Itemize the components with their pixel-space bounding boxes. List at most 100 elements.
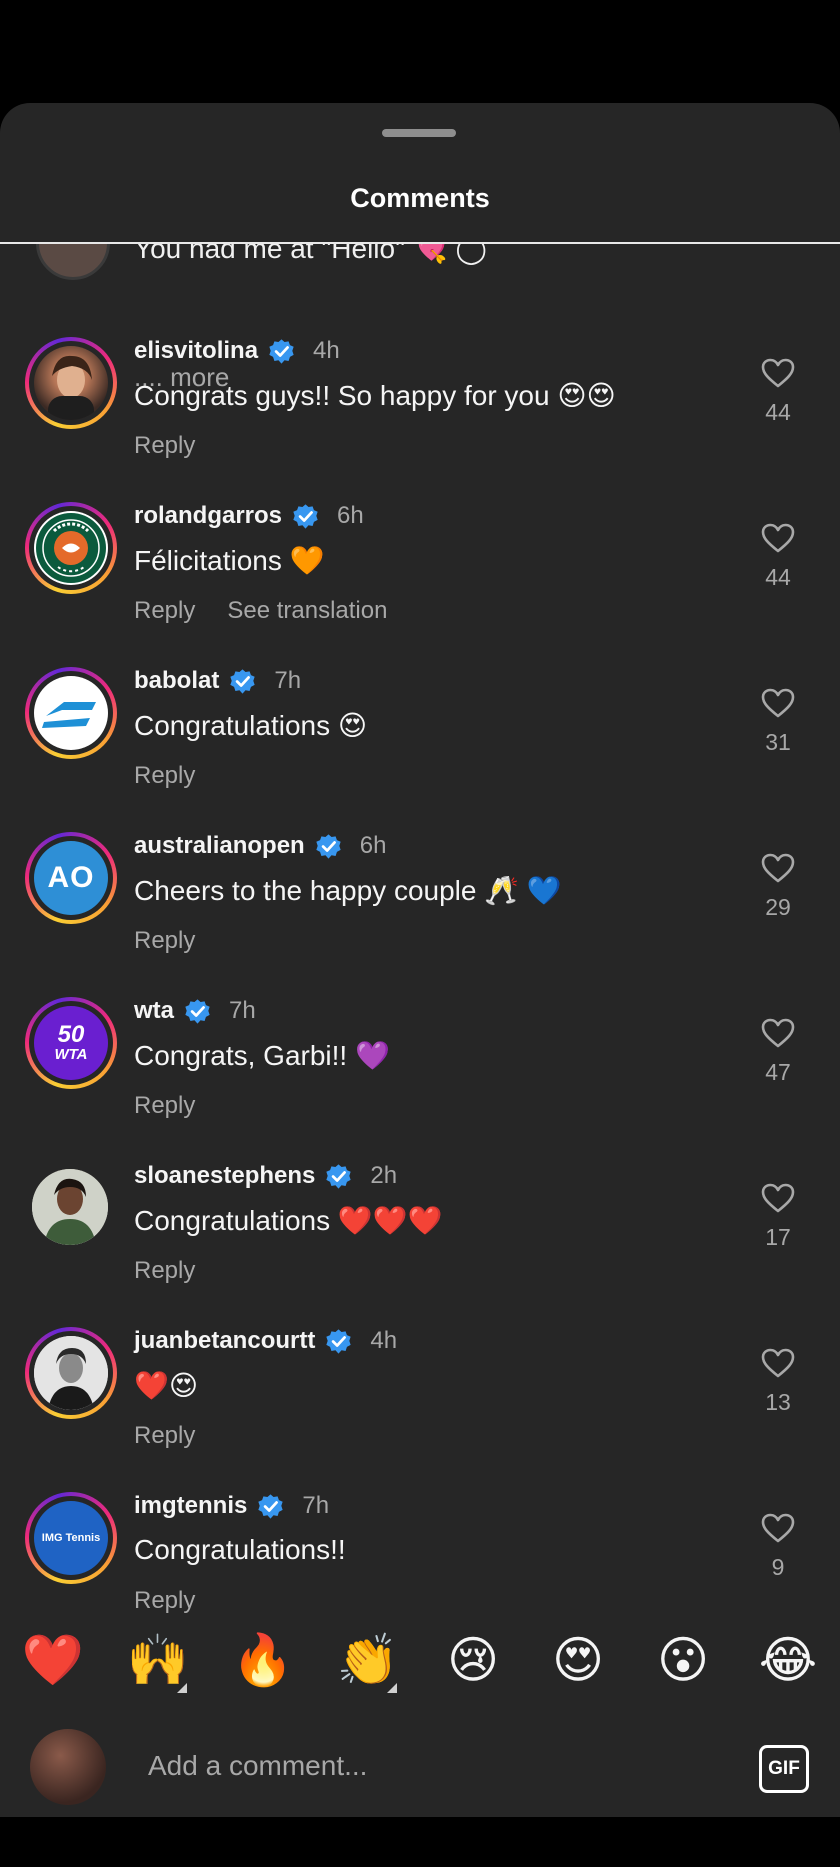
- reply-button[interactable]: Reply: [134, 1587, 195, 1614]
- like-count: 44: [765, 564, 791, 590]
- verified-badge-icon: [230, 668, 255, 694]
- current-user-avatar: [30, 1729, 106, 1805]
- heart-icon[interactable]: [760, 1347, 796, 1379]
- drag-handle[interactable]: [382, 129, 456, 137]
- comment-text: Cheers to the happy couple 🥂 💙: [134, 875, 562, 906]
- comment-time: 6h: [337, 502, 364, 529]
- comment-item: sloanestephens 2h Congratulations ❤️❤️❤️…: [0, 1152, 840, 1317]
- comment-text: Congratulations ❤️❤️❤️: [134, 1205, 443, 1236]
- comment-composer: Add a comment... GIF: [0, 1717, 840, 1817]
- reply-button[interactable]: Reply: [134, 1257, 195, 1284]
- comment-item: AO australianopen 6h Cheers to the happy…: [0, 822, 840, 987]
- avatar[interactable]: [25, 667, 117, 759]
- heart-icon[interactable]: [760, 357, 796, 389]
- reply-button[interactable]: Reply: [134, 762, 195, 789]
- like-count: 17: [765, 1224, 791, 1250]
- like-count: 47: [765, 1059, 791, 1085]
- heart-icon[interactable]: [760, 1512, 796, 1544]
- skin-tone-indicator-icon: [177, 1683, 187, 1693]
- like-count: 13: [765, 1389, 791, 1415]
- reaction-heart[interactable]: ❤️: [18, 1625, 88, 1695]
- comment-item: IMG Tennis imgtennis 7h Congratulations!…: [0, 1482, 840, 1647]
- comment-text: Congratulations!!: [134, 1534, 346, 1565]
- comment-text: Congrats, Garbi!! 💜: [134, 1040, 390, 1071]
- sheet-title: Comments: [350, 183, 490, 213]
- heart-icon[interactable]: [760, 1017, 796, 1049]
- comment-item: 50 WTA wta 7h Congrats, Garbi!! 💜 Reply …: [0, 987, 840, 1152]
- wta-logo-text: WTA: [54, 1046, 88, 1063]
- verified-badge-icon: [326, 1163, 352, 1189]
- username[interactable]: babolat: [134, 667, 219, 695]
- comment-text: Congrats guys!! So happy for you 😍😍: [134, 380, 616, 411]
- wta-logo-50: 50: [57, 1021, 85, 1048]
- verified-badge-icon: [258, 1493, 283, 1519]
- verified-badge-icon: [326, 1328, 351, 1354]
- rolandgarros-logo: [36, 513, 106, 583]
- heart-icon[interactable]: [760, 852, 796, 884]
- username[interactable]: juanbetancourtt: [134, 1327, 315, 1355]
- reply-button[interactable]: Reply: [134, 927, 195, 954]
- system-nav-bar: [0, 1817, 840, 1867]
- reaction-clapping-hands[interactable]: 👏: [333, 1625, 403, 1695]
- verified-badge-icon: [269, 338, 294, 364]
- reaction-crying[interactable]: 😢: [438, 1625, 508, 1695]
- avatar[interactable]: [32, 1169, 108, 1245]
- verified-badge-icon: [185, 998, 210, 1024]
- username[interactable]: sloanestephens: [134, 1162, 315, 1190]
- username[interactable]: imgtennis: [134, 1492, 247, 1520]
- avatar[interactable]: [25, 1327, 117, 1419]
- see-translation-link[interactable]: See translation: [227, 597, 387, 624]
- comments-sheet: Comments You had me at "Hello" 💘 ◯ .... …: [0, 103, 840, 1817]
- avatar[interactable]: IMG Tennis: [25, 1492, 117, 1584]
- comment-time: 7h: [302, 1492, 330, 1519]
- like-count: 31: [765, 729, 791, 755]
- reaction-fire[interactable]: 🔥: [228, 1625, 298, 1695]
- comment-time: 6h: [359, 832, 387, 859]
- comment-text: Congratulations 😍: [134, 710, 368, 741]
- reply-button[interactable]: Reply: [134, 597, 195, 624]
- reaction-heart-eyes[interactable]: 😍: [543, 1625, 613, 1695]
- comment-time: 4h: [313, 337, 340, 364]
- babolat-logo: [42, 702, 96, 728]
- comment-item: elisvitolina 4h Congrats guys!! So happy…: [0, 327, 840, 492]
- australianopen-logo: AO: [47, 861, 95, 894]
- like-count: 29: [765, 894, 791, 920]
- reaction-laughing[interactable]: 😂: [753, 1625, 823, 1695]
- like-count: 44: [765, 399, 791, 425]
- verified-badge-icon: [293, 503, 318, 529]
- like-count: 9: [771, 1554, 785, 1580]
- username[interactable]: wta: [134, 997, 174, 1025]
- avatar[interactable]: AO: [25, 832, 117, 924]
- reply-button[interactable]: Reply: [134, 1092, 195, 1119]
- comment-item: babolat 7h Congratulations 😍 Reply 31: [0, 657, 840, 822]
- gif-button[interactable]: GIF: [759, 1745, 809, 1793]
- comment-text: Félicitations 🧡: [134, 545, 325, 576]
- heart-icon[interactable]: [760, 1182, 796, 1214]
- comment-time: 4h: [370, 1327, 398, 1354]
- comment-text: ❤️😍: [134, 1370, 199, 1401]
- username[interactable]: australianopen: [134, 832, 305, 860]
- comment-time: 7h: [274, 667, 302, 694]
- username[interactable]: rolandgarros: [134, 502, 282, 530]
- verified-badge-icon: [316, 833, 341, 859]
- comment-input[interactable]: Add a comment...: [148, 1750, 367, 1782]
- comment-time: 2h: [370, 1162, 398, 1189]
- heart-icon[interactable]: [760, 522, 796, 554]
- heart-icon[interactable]: [760, 687, 796, 719]
- reply-button[interactable]: Reply: [134, 432, 195, 459]
- reaction-surprised[interactable]: 😮: [648, 1625, 718, 1695]
- quick-reaction-bar: ❤️ 🙌 🔥 👏 😢 😍 😮 😂: [0, 1625, 840, 1705]
- username[interactable]: elisvitolina: [134, 337, 258, 365]
- imgtennis-logo: IMG Tennis: [41, 1532, 101, 1544]
- comment-item: juanbetancourtt 4h ❤️😍 Reply 13: [0, 1317, 840, 1482]
- avatar[interactable]: 50 WTA: [25, 997, 117, 1089]
- avatar[interactable]: [36, 244, 110, 280]
- avatar[interactable]: [25, 502, 117, 594]
- avatar[interactable]: [25, 337, 117, 429]
- comment-item: rolandgarros 6h Félicitations 🧡 Reply See…: [0, 492, 840, 657]
- reply-button[interactable]: Reply: [134, 1422, 195, 1449]
- skin-tone-indicator-icon: [387, 1683, 397, 1693]
- comment-time: 7h: [229, 997, 256, 1024]
- comment-text: You had me at "Hello" 💘 ◯: [134, 244, 487, 264]
- reaction-raising-hands[interactable]: 🙌: [123, 1625, 193, 1695]
